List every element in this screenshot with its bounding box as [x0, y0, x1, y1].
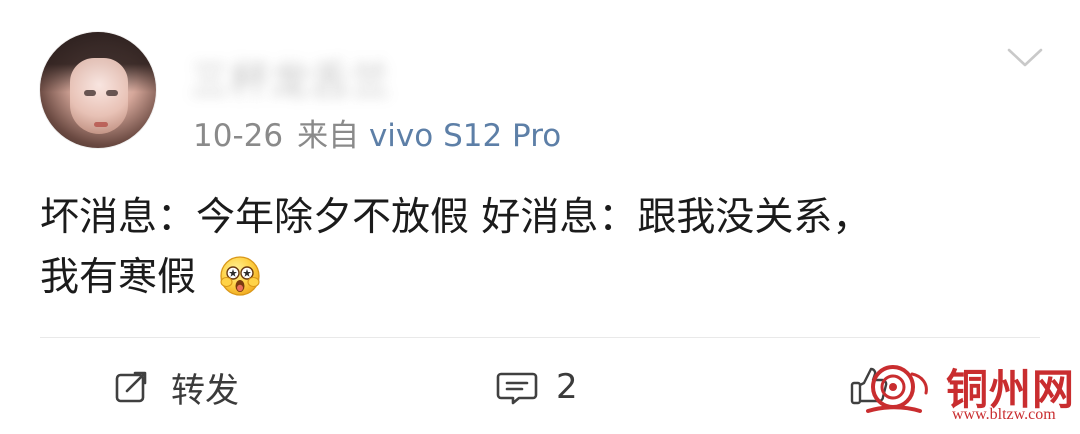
comment-count: 2 — [556, 367, 578, 407]
post-content-line-1: 坏消息：今年除夕不放假 好消息：跟我没关系， — [40, 195, 872, 240]
avatar[interactable] — [40, 32, 156, 148]
comment-bubble-icon — [496, 367, 538, 407]
share-edit-icon — [113, 367, 153, 407]
comment-button[interactable]: 2 — [496, 360, 578, 414]
post-content: 坏消息：今年除夕不放假 好消息：跟我没关系， 我有寒假 — [40, 188, 1030, 308]
watermark-url: www.bltzw.com — [952, 406, 1056, 423]
post-content-line-2-text: 我有寒假 — [40, 255, 197, 300]
repost-button[interactable]: 转发 — [113, 360, 239, 414]
post-divider — [40, 337, 1040, 338]
username-blurred[interactable]: 三杯龙舌兰 — [190, 43, 440, 104]
repost-label: 转发 — [171, 370, 239, 411]
avatar-mouth — [94, 122, 108, 127]
post-source-prefix: 来自 — [297, 118, 360, 154]
surprised-star-eyes-emoji-icon — [216, 252, 264, 300]
post-device-link[interactable]: vivo S12 Pro — [369, 118, 561, 154]
like-button[interactable] — [848, 360, 892, 414]
thumb-up-icon — [848, 365, 892, 409]
avatar-right-eye — [106, 90, 118, 96]
avatar-left-eye — [84, 90, 96, 96]
post-date: 10-26 — [193, 118, 284, 154]
chevron-down-icon[interactable] — [1006, 46, 1044, 70]
post-content-line-2: 我有寒假 — [40, 248, 1030, 308]
watermark-title: 铜州网 — [946, 365, 1076, 414]
username-text: 三杯龙舌兰 — [190, 58, 390, 104]
post-meta: 10-26 来自 vivo S12 Pro — [193, 110, 561, 155]
site-watermark: 铜州网 www.bltzw.com — [862, 354, 1076, 426]
